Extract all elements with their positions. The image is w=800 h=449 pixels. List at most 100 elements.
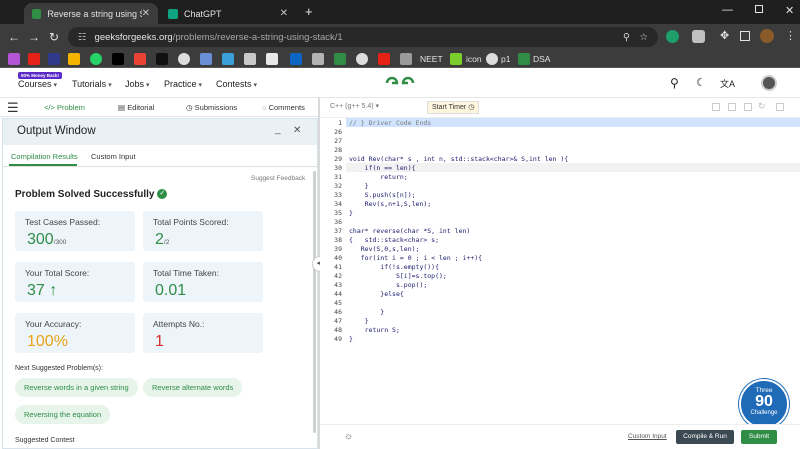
search-icon[interactable]: ⚲ xyxy=(670,76,679,90)
minimize-window-icon[interactable]: — xyxy=(722,4,733,16)
bookmark-icon[interactable] xyxy=(48,53,60,65)
menu-label: Tutorials xyxy=(72,79,107,89)
line-number: 33 xyxy=(334,191,342,199)
bookmark-icon[interactable] xyxy=(312,53,324,65)
scrollbar[interactable] xyxy=(313,171,316,433)
suggest-feedback-link[interactable]: Suggest Feedback xyxy=(251,175,305,182)
bookmarks-bar: NEET icon p1 DSA xyxy=(0,50,800,68)
tab-compilation-results[interactable]: Compilation Results xyxy=(11,152,78,161)
code-line: }else{ xyxy=(349,290,404,298)
translate-icon[interactable]: 文A xyxy=(720,77,735,90)
extension-icon[interactable] xyxy=(666,30,679,43)
money-back-badge[interactable]: 50% Money Back! xyxy=(18,72,63,79)
google-drive-icon[interactable] xyxy=(68,53,80,65)
code-line: if(!s.empty()){ xyxy=(349,263,440,271)
bookmark-icon[interactable] xyxy=(222,53,234,65)
editor-icon[interactable] xyxy=(728,103,736,111)
extension-icon[interactable] xyxy=(692,30,705,43)
bookmark-icon[interactable] xyxy=(378,53,390,65)
dev-icon[interactable] xyxy=(156,53,168,65)
side-panel-icon[interactable] xyxy=(740,31,750,41)
close-window-icon[interactable]: ✕ xyxy=(785,4,794,17)
youtube-icon[interactable] xyxy=(28,53,40,65)
bookmark-neet[interactable]: NEET xyxy=(420,53,443,65)
site-header: 50% Money Back! Courses ▾ Tutorials ▾ Jobs… xyxy=(0,68,800,98)
clock-icon: ◷ xyxy=(186,103,193,112)
gmail-icon[interactable] xyxy=(134,53,146,65)
bookmark-icon-label[interactable]: icon xyxy=(466,53,482,65)
card-value-number: 37 xyxy=(27,282,45,299)
language-select[interactable]: C++ (g++ 5.4) ▾ xyxy=(330,102,379,110)
maximize-window-icon[interactable] xyxy=(755,5,763,13)
editor-icon[interactable] xyxy=(744,103,752,111)
bookmark-star-icon[interactable]: ☆ xyxy=(639,32,648,43)
site-info-icon[interactable]: ☷ xyxy=(78,32,87,43)
reload-icon[interactable]: ↻ xyxy=(46,29,62,45)
user-avatar[interactable] xyxy=(761,75,777,91)
github-icon[interactable] xyxy=(486,53,498,65)
bookmark-dsa[interactable]: DSA xyxy=(533,53,550,65)
code-editor[interactable]: 1 26 27 28 29 30 31 32 33 34 35 36 37 38 39 40 41 42 43 44 4… xyxy=(320,118,800,424)
gfg-logo-icon[interactable] xyxy=(384,75,416,91)
bookmark-icon[interactable] xyxy=(266,53,278,65)
suggested-problem-link[interactable]: Reverse alternate words xyxy=(143,378,243,397)
back-arrow-icon[interactable]: ← xyxy=(6,29,22,45)
profile-avatar[interactable] xyxy=(760,29,774,43)
close-icon[interactable]: ✕ xyxy=(293,125,301,136)
browser-tab-strip: Reverse a string using Stack | P ✕ ChatG… xyxy=(0,0,800,24)
new-tab-icon[interactable]: + xyxy=(305,4,313,19)
fullscreen-icon[interactable] xyxy=(776,103,784,111)
three-ninety-challenge-badge[interactable]: Three 90 Challenge xyxy=(739,379,789,429)
output-window-header: Output Window _ ✕ xyxy=(3,119,317,145)
menu-jobs[interactable]: Jobs ▾ xyxy=(125,79,150,89)
bookmark-icon[interactable] xyxy=(200,53,212,65)
address-bar[interactable]: ☷ geeksforgeeks.org/problems/reverse-a-s… xyxy=(68,27,658,47)
minimize-icon[interactable]: _ xyxy=(275,124,281,135)
dark-mode-icon[interactable]: ☾ xyxy=(696,76,706,89)
bookmark-icon[interactable] xyxy=(450,53,462,65)
reset-icon[interactable]: ↻ xyxy=(758,101,766,112)
suggested-problem-link[interactable]: Reverse words in a given string xyxy=(15,378,138,397)
menu-tutorials[interactable]: Tutorials ▾ xyxy=(72,79,112,89)
github-icon[interactable] xyxy=(178,53,190,65)
tab-problem[interactable]: </> Problem xyxy=(44,103,85,112)
menu-courses[interactable]: Courses ▾ xyxy=(18,79,57,89)
submit-button[interactable]: Submit xyxy=(741,430,777,444)
start-timer-button[interactable]: Start Timer ◷ xyxy=(427,101,480,114)
suggested-problem-link[interactable]: Reversing the equation xyxy=(15,405,111,424)
tab-submissions[interactable]: ◷ Submissions xyxy=(186,103,237,112)
gfg-icon[interactable] xyxy=(518,53,530,65)
hamburger-menu-icon[interactable]: ☰ xyxy=(7,100,19,116)
zoom-icon[interactable]: ⚲ xyxy=(623,32,630,43)
puzzle-extensions-icon[interactable]: ✥ xyxy=(720,29,729,42)
forward-arrow-icon[interactable]: → xyxy=(26,29,42,45)
compile-run-button[interactable]: Compile & Run xyxy=(676,430,734,444)
gfg-icon[interactable] xyxy=(334,53,346,65)
bulb-icon[interactable]: ☼ xyxy=(344,431,353,442)
browser-tab-chatgpt[interactable]: ChatGPT ✕ xyxy=(160,3,296,24)
line-number: 31 xyxy=(334,173,342,181)
close-tab-icon[interactable]: ✕ xyxy=(142,8,150,19)
whatsapp-icon[interactable] xyxy=(90,53,102,65)
bookmark-p1[interactable]: p1 xyxy=(501,53,510,65)
tab-comments[interactable]: ◌ Comments xyxy=(262,103,305,112)
tab-editorial[interactable]: ▤ Editorial xyxy=(118,103,154,112)
line-number: 35 xyxy=(334,209,342,217)
browser-menu-icon[interactable]: ⋮ xyxy=(785,29,796,42)
custom-input-button[interactable]: Custom Input xyxy=(628,433,667,440)
linkedin-icon[interactable] xyxy=(290,53,302,65)
editor-settings-icon[interactable] xyxy=(712,103,720,111)
tab-label: Comments xyxy=(268,103,305,112)
bookmark-icon[interactable] xyxy=(400,53,412,65)
menu-contests[interactable]: Contests ▾ xyxy=(216,79,257,89)
x-twitter-icon[interactable] xyxy=(112,53,124,65)
browser-tab-gfg[interactable]: Reverse a string using Stack | P ✕ xyxy=(24,3,158,24)
card-test-cases: Test Cases Passed: 300/300 xyxy=(15,211,135,251)
bookmark-icon[interactable] xyxy=(8,53,20,65)
bookmark-icon[interactable] xyxy=(244,53,256,65)
menu-practice[interactable]: Practice ▾ xyxy=(164,79,202,89)
github-icon[interactable] xyxy=(356,53,368,65)
tab-custom-input[interactable]: Custom Input xyxy=(91,152,136,161)
comment-icon: ◌ xyxy=(262,103,267,112)
close-tab-icon[interactable]: ✕ xyxy=(280,8,288,19)
